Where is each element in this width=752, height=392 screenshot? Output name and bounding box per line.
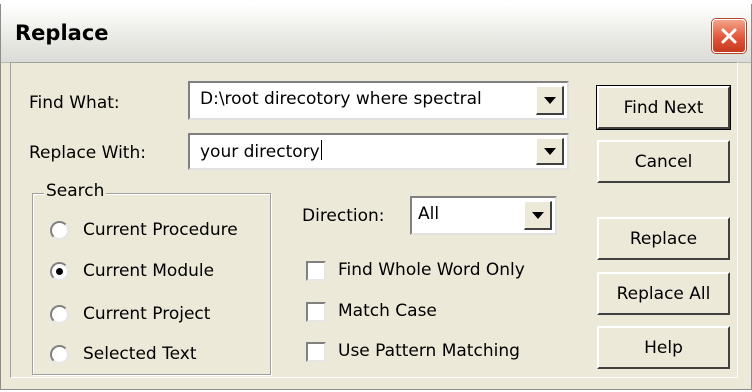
dialog-title: Replace [15, 21, 109, 45]
title-bar[interactable]: Replace [1, 4, 751, 63]
replace-with-dropdown-button[interactable] [536, 138, 564, 165]
find-next-button[interactable]: Find Next [596, 85, 731, 130]
chevron-down-icon [543, 148, 556, 155]
direction-value: All [418, 204, 440, 224]
radio-current-project-label: Current Project [83, 304, 211, 324]
find-what-label: Find What: [29, 93, 120, 113]
checkbox-match-case-label: Match Case [338, 301, 437, 321]
checkbox-use-pattern-matching-label: Use Pattern Matching [338, 341, 520, 361]
find-what-value: D:\root direcotory where spectral [200, 89, 482, 109]
direction-select[interactable]: All [410, 196, 557, 235]
checkbox-use-pattern-matching[interactable] [306, 342, 326, 362]
replace-with-label: Replace With: [29, 143, 146, 163]
radio-current-module[interactable] [50, 262, 69, 281]
find-what-dropdown-button[interactable] [536, 86, 564, 115]
direction-dropdown-button[interactable] [524, 201, 552, 230]
direction-label: Direction: [302, 206, 385, 226]
search-group-label: Search [44, 181, 107, 201]
replace-with-input[interactable]: your directory [200, 140, 322, 162]
checkbox-find-whole-word-label: Find Whole Word Only [338, 260, 525, 280]
checkbox-find-whole-word[interactable] [306, 261, 326, 281]
cancel-button[interactable]: Cancel [597, 140, 730, 183]
radio-selected-text-label: Selected Text [83, 344, 197, 364]
radio-selected-dot [56, 268, 63, 275]
radio-current-procedure-label: Current Procedure [83, 220, 238, 240]
chevron-down-icon [531, 212, 544, 219]
checkbox-match-case[interactable] [306, 302, 326, 322]
replace-with-value: your directory [200, 142, 320, 162]
close-button[interactable] [712, 19, 746, 53]
replace-button[interactable]: Replace [597, 217, 730, 260]
replace-all-button[interactable]: Replace All [597, 272, 730, 315]
find-what-combobox[interactable]: D:\root direcotory where spectral [188, 81, 569, 120]
radio-current-module-label: Current Module [83, 261, 215, 281]
help-button[interactable]: Help [597, 326, 730, 369]
text-caret [320, 140, 322, 160]
close-icon [721, 28, 737, 44]
radio-current-procedure[interactable] [50, 221, 69, 240]
chevron-down-icon [543, 97, 556, 104]
radio-current-project[interactable] [50, 305, 69, 324]
radio-selected-text[interactable] [50, 345, 69, 364]
replace-with-combobox[interactable]: your directory [188, 133, 569, 170]
